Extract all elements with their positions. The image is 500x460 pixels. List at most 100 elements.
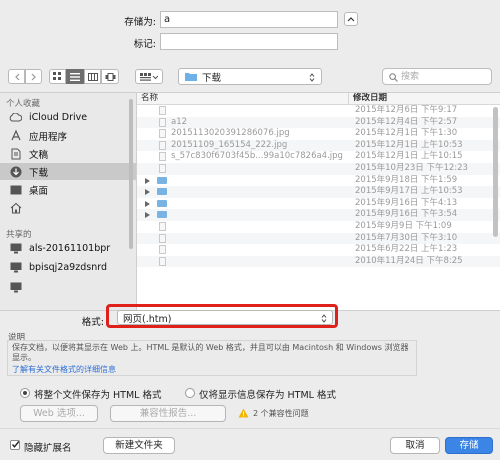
disclosure-triangle-icon[interactable]: [145, 200, 150, 207]
column-header-date[interactable]: 修改日期: [349, 93, 500, 105]
file-date: 2015年12月1日 上午10:15: [355, 151, 463, 162]
column-view-button[interactable]: [84, 69, 101, 84]
sidebar-item-desktop[interactable]: 桌面: [0, 181, 136, 198]
file-row[interactable]: 2015年9月16日 下午4:13: [137, 198, 500, 210]
file-row[interactable]: s_57c830f6703f45b...99a10c7826a4.jpg 2015…: [137, 151, 500, 163]
sidebar-item-downloads[interactable]: 下载: [0, 163, 136, 180]
file-row[interactable]: 2015年12月6日 下午9:17: [137, 105, 500, 117]
new-folder-button[interactable]: 新建文件夹: [103, 437, 175, 454]
file-date: 2015年9月18日 下午1:59: [355, 174, 458, 185]
hide-extension-checkbox[interactable]: [10, 440, 20, 450]
back-button[interactable]: [8, 69, 25, 84]
file-row[interactable]: 2015年9月17日 上午10:53: [137, 186, 500, 198]
coverflow-icon: [105, 72, 115, 81]
save-as-label: 存储为:: [124, 17, 156, 28]
file-icon: [159, 233, 166, 243]
format-value: 网页(.htm): [123, 313, 172, 325]
sidebar-item-home[interactable]: [0, 199, 136, 216]
sidebar-item-shared-2[interactable]: bpisqj2a9zdsnrd: [0, 259, 136, 276]
file-row[interactable]: 2015年9月16日 下午3:54: [137, 209, 500, 221]
sidebar-item-label: 下载: [29, 167, 49, 179]
file-row[interactable]: a12 2015年12月4日 下午2:57: [137, 116, 500, 129]
cancel-button[interactable]: 取消: [390, 437, 440, 454]
file-name: 201511302039128607​6.jpg: [171, 128, 290, 139]
file-row[interactable]: 2015年9月18日 下午1:59: [137, 175, 500, 187]
arrange-button[interactable]: [135, 69, 163, 84]
file-format-link[interactable]: 了解有关文件格式的详细信息: [12, 364, 116, 375]
file-list[interactable]: 名称 修改日期 2015年12月6日 下午9:17 a12 2015年12月4日 下…: [137, 93, 500, 310]
file-date: 2015年10月23日 下午12:23: [355, 163, 468, 173]
column-header-name[interactable]: 名称: [137, 93, 349, 105]
save-button[interactable]: 存储: [445, 437, 493, 454]
sidebar-item-label: 应用程序: [29, 131, 68, 143]
file-date: 2015年9月16日 下午3:54: [355, 209, 458, 220]
file-row[interactable]: 2015年6月22日 上午1:23: [137, 244, 500, 256]
folder-icon: [157, 211, 167, 219]
file-date: 2015年12月6日 下午9:17: [355, 105, 458, 115]
sidebar-item-apps[interactable]: 应用程序: [0, 127, 136, 144]
sidebar-scrollbar[interactable]: [129, 99, 133, 249]
forward-button[interactable]: [25, 69, 42, 84]
search-field[interactable]: 搜索: [382, 68, 492, 85]
checkmark-icon: [11, 441, 20, 448]
disclosure-triangle-icon[interactable]: [145, 177, 150, 184]
chevron-right-icon: [31, 73, 36, 80]
sidebar-item-shared-3[interactable]: [0, 279, 136, 296]
file-icon: [159, 222, 166, 231]
file-row[interactable]: 20151109_165154_222.jpg 2015年12月1日 上午10:5…: [137, 139, 500, 152]
sidebar-item-label: iCloud Drive: [29, 112, 88, 123]
expand-button[interactable]: [344, 12, 358, 26]
home-icon: [9, 201, 22, 214]
file-name: a12: [171, 116, 188, 127]
columns-icon: [87, 72, 98, 81]
sidebar-item-icloud[interactable]: iCloud Drive: [0, 109, 136, 126]
file-row[interactable]: 201511302039128607​6.jpg 2015年12月1日 下午1:3…: [137, 128, 500, 140]
apps-icon: [9, 129, 22, 142]
file-date: 2015年7月30日 下午3:10: [355, 232, 458, 243]
save-as-field[interactable]: a: [160, 11, 338, 28]
radio-save-entire-file-label: 将整个文件保存为 HTML 格式: [34, 390, 162, 401]
location-label: 下载: [202, 72, 222, 84]
updown-icon: [309, 73, 315, 82]
disclosure-triangle-icon[interactable]: [145, 212, 150, 219]
compatibility-report-button[interactable]: 兼容性报告...: [110, 405, 226, 422]
file-date: 2015年9月17日 上午10:53: [355, 186, 463, 197]
file-list-scrollbar[interactable]: [493, 107, 498, 237]
chevron-left-icon: [14, 73, 19, 80]
folder-icon: [185, 73, 197, 81]
file-date: 2015年12月4日 下午2:57: [355, 116, 458, 127]
file-row[interactable]: 2015年9月9日 下午1:09: [137, 221, 500, 233]
shared-header: 共享的: [6, 230, 32, 240]
file-row[interactable]: 2015年10月23日 下午12:23: [137, 163, 500, 175]
favorites-header: 个人收藏: [6, 99, 41, 109]
format-popup[interactable]: 网页(.htm): [117, 310, 333, 325]
file-date: 2015年9月9日 下午1:09: [355, 221, 452, 231]
coverflow-view-button[interactable]: [101, 69, 119, 84]
file-icon: [159, 245, 166, 255]
tags-field[interactable]: [160, 33, 338, 50]
radio-save-entire-file[interactable]: [20, 388, 30, 398]
grid-icon: [53, 72, 61, 80]
file-row[interactable]: 2010年11月24日 下午8:25: [137, 255, 500, 268]
download-icon: [9, 165, 22, 178]
location-popup[interactable]: 下载: [178, 68, 322, 85]
icon-view-button[interactable]: [49, 69, 66, 84]
list-view-button[interactable]: [66, 69, 84, 84]
sidebar-item-shared-1[interactable]: als-20161101bpr: [0, 240, 136, 257]
disclosure-triangle-icon[interactable]: [145, 189, 150, 196]
hide-extension-label: 隐藏扩展名: [24, 443, 72, 454]
document-icon: [9, 147, 22, 160]
file-row[interactable]: 2015年7月30日 下午3:10: [137, 232, 500, 245]
folder-icon: [157, 188, 167, 196]
updown-icon: [321, 314, 327, 323]
file-name: s_57c830f6703f45b...99a10c7826a4.jpg: [171, 151, 343, 162]
file-date: 2015年12月1日 上午10:53: [355, 139, 463, 150]
file-name: 20151109_165154_222.jpg: [171, 139, 288, 150]
radio-save-display-only[interactable]: [185, 388, 195, 398]
web-options-button[interactable]: Web 选项...: [20, 405, 98, 422]
file-icon: [159, 152, 166, 162]
folder-icon: [157, 176, 167, 184]
search-placeholder: 搜索: [401, 71, 420, 82]
sidebar-item-label: 桌面: [29, 185, 49, 197]
sidebar-item-documents[interactable]: 文稿: [0, 145, 136, 162]
